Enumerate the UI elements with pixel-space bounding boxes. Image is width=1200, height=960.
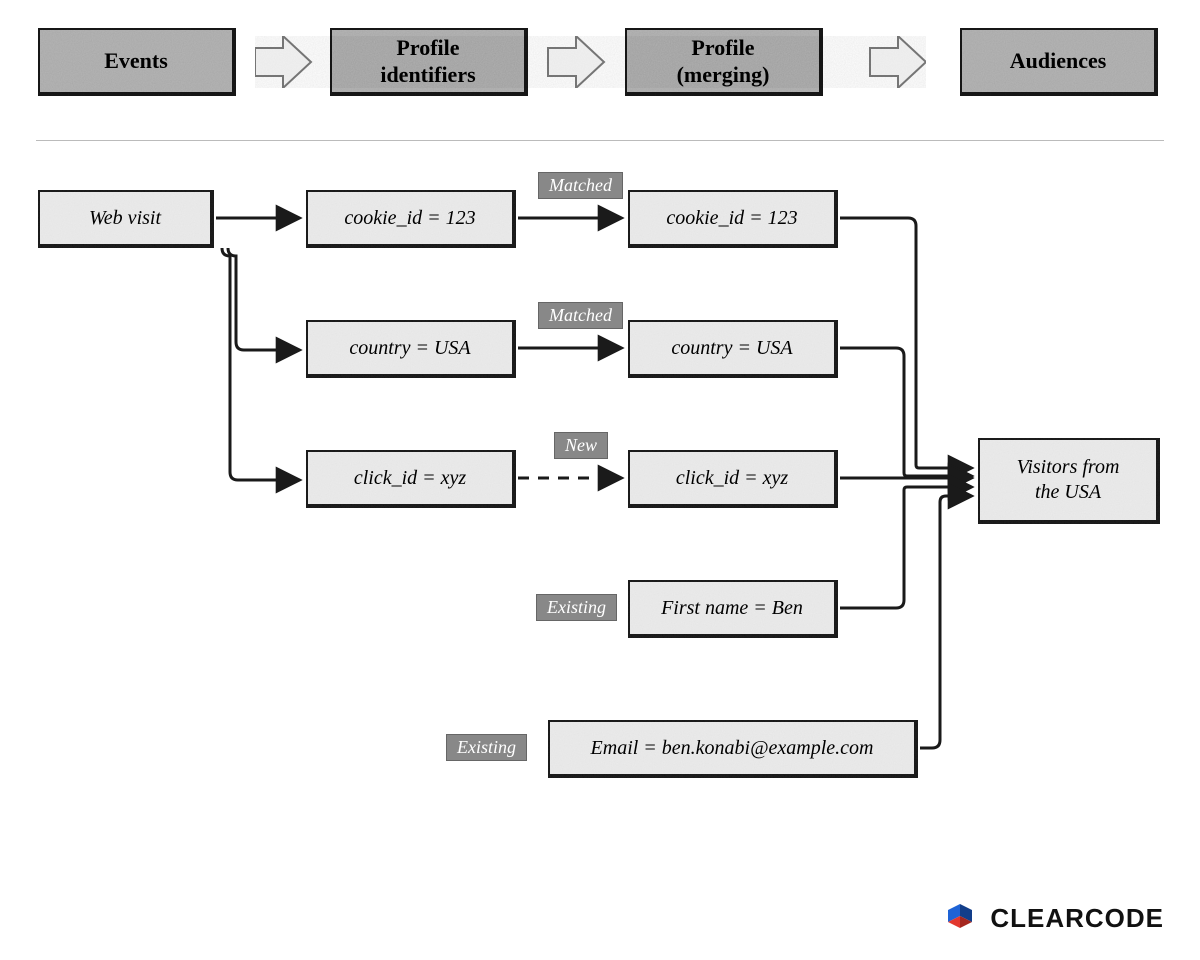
logo-mark-icon bbox=[940, 898, 980, 938]
diagram-stage: { "headers": { "events": "Events", "iden… bbox=[0, 0, 1200, 960]
brand-name: CLEARCODE bbox=[990, 903, 1164, 934]
brand-logo: CLEARCODE bbox=[940, 898, 1164, 938]
connectors bbox=[0, 0, 1200, 960]
